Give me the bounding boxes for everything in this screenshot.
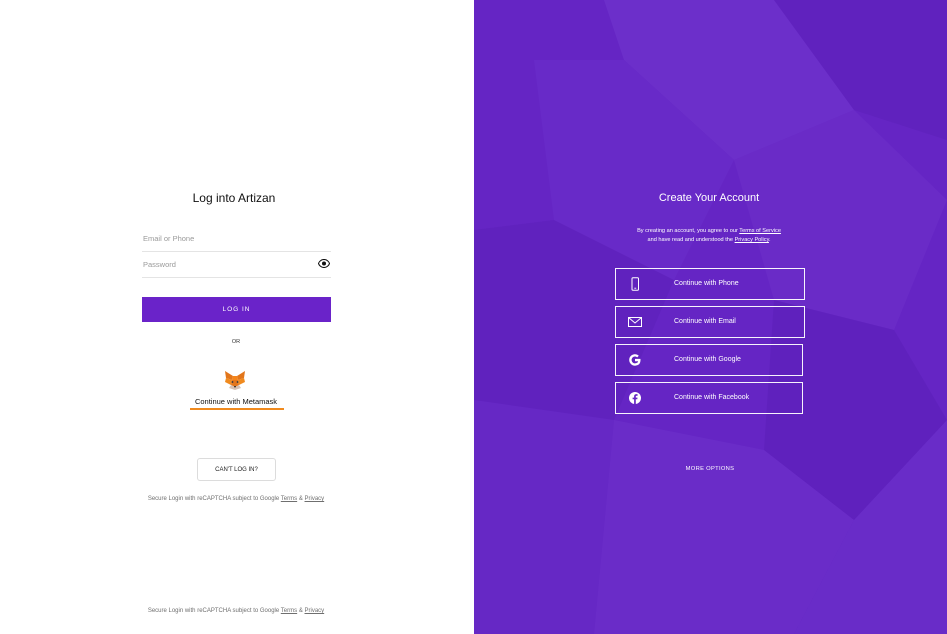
continue-with-facebook-button[interactable]: Continue with Facebook [615, 382, 803, 414]
or-divider-text: OR [231, 339, 241, 345]
recaptcha-notice-footer: Secure Login with reCAPTCHA subject to G… [0, 608, 472, 614]
metamask-fox-icon[interactable] [224, 370, 246, 391]
facebook-icon [629, 392, 641, 404]
continue-with-phone-button[interactable]: Continue with Phone [615, 268, 805, 300]
recaptcha-text: Secure Login with reCAPTCHA subject to G… [147, 496, 280, 502]
recaptcha-privacy-link[interactable]: Privacy [305, 608, 325, 614]
show-password-eye-icon[interactable] [318, 259, 330, 268]
recaptcha-ampersand: & [298, 496, 303, 502]
cant-log-in-button[interactable]: CAN'T LOG IN? [197, 458, 276, 481]
recaptcha-terms-link[interactable]: Terms [281, 608, 297, 614]
agree-line1-text: By creating an account, you agree to our [637, 228, 738, 234]
phone-icon [631, 277, 639, 291]
password-field-container [142, 252, 331, 278]
recaptcha-notice: Secure Login with reCAPTCHA subject to G… [0, 496, 472, 502]
recaptcha-text: Secure Login with reCAPTCHA subject to G… [147, 608, 280, 614]
privacy-policy-link[interactable]: Privacy Policy [735, 237, 769, 243]
email-field-container [142, 226, 331, 252]
create-account-title: Create Your Account [658, 192, 760, 204]
recaptcha-privacy-link[interactable]: Privacy [305, 496, 325, 502]
email-or-phone-input[interactable] [142, 226, 312, 250]
log-in-button[interactable]: LOG IN [142, 297, 331, 322]
agree-line2-text: and have read and understood the [647, 237, 733, 243]
continue-with-email-label: Continue with Email [674, 318, 736, 325]
envelope-icon [628, 317, 642, 327]
login-panel: Log into Artizan LOG IN OR Continue with… [0, 0, 474, 634]
signup-panel: Create Your Account By creating an accou… [474, 0, 947, 634]
continue-with-google-button[interactable]: Continue with Google [615, 344, 803, 376]
continue-with-phone-label: Continue with Phone [674, 280, 739, 287]
agree-period: . [768, 237, 771, 243]
terms-agreement-text: By creating an account, you agree to our… [474, 227, 944, 245]
terms-of-service-link[interactable]: Terms of Service [739, 228, 781, 234]
continue-with-email-button[interactable]: Continue with Email [615, 306, 805, 338]
continue-with-google-label: Continue with Google [674, 356, 741, 363]
more-options-button[interactable]: MORE OPTIONS [670, 463, 750, 475]
recaptcha-terms-link[interactable]: Terms [281, 496, 297, 502]
recaptcha-ampersand: & [298, 608, 303, 614]
continue-with-facebook-label: Continue with Facebook [674, 394, 750, 401]
login-title: Log into Artizan [192, 191, 276, 205]
password-input[interactable] [142, 252, 312, 276]
google-icon [629, 354, 641, 366]
metamask-underline [190, 408, 284, 410]
